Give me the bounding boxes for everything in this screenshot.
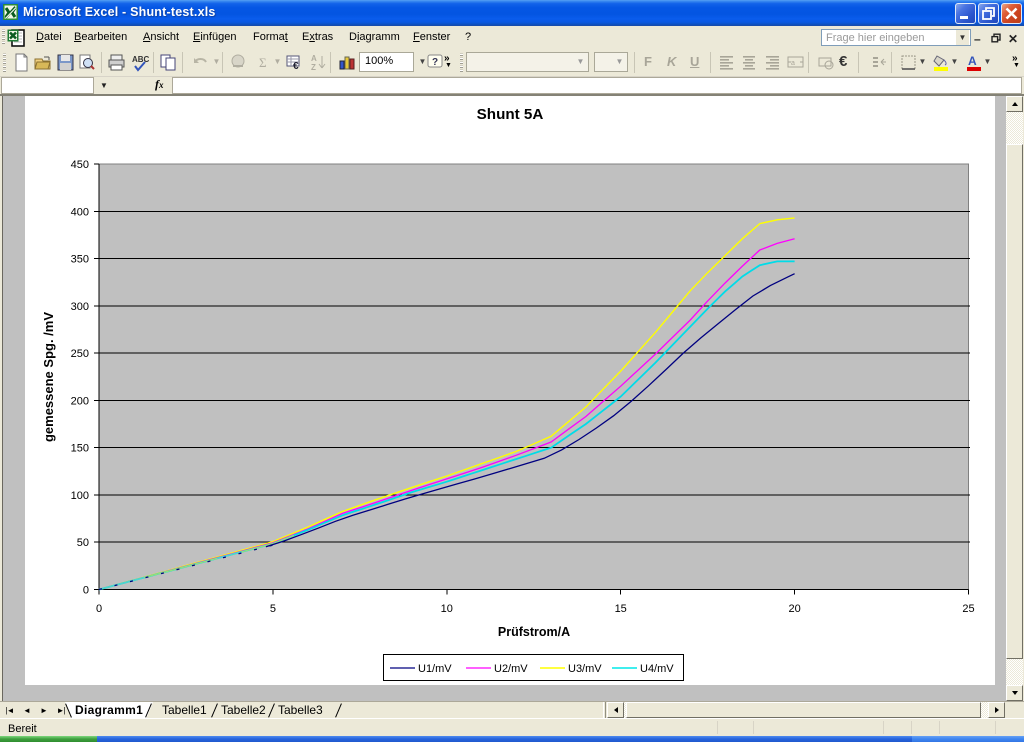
svg-text:5: 5 xyxy=(270,603,276,615)
svg-text:0: 0 xyxy=(96,603,102,615)
svg-text:350: 350 xyxy=(71,254,89,266)
svg-text:U4/mV: U4/mV xyxy=(640,663,674,675)
svg-text:U1/mV: U1/mV xyxy=(418,663,452,675)
svg-text:gemessene Spg. /mV: gemessene Spg. /mV xyxy=(41,312,56,442)
svg-text:450: 450 xyxy=(71,159,89,171)
svg-text:50: 50 xyxy=(77,537,89,549)
svg-text:15: 15 xyxy=(615,603,627,615)
svg-text:10: 10 xyxy=(441,603,453,615)
svg-text:0: 0 xyxy=(83,585,89,597)
svg-text:250: 250 xyxy=(71,348,89,360)
svg-text:20: 20 xyxy=(788,603,800,615)
svg-text:400: 400 xyxy=(71,206,89,218)
svg-text:Σ: Σ xyxy=(259,55,267,70)
svg-text:a: a xyxy=(791,60,795,67)
svg-text:U3/mV: U3/mV xyxy=(568,663,602,675)
svg-text:A: A xyxy=(311,54,317,63)
svg-text:Prüfstrom/A: Prüfstrom/A xyxy=(498,625,570,639)
svg-text:200: 200 xyxy=(71,395,89,407)
svg-text:100: 100 xyxy=(71,490,89,502)
svg-text:300: 300 xyxy=(71,301,89,313)
svg-text:A: A xyxy=(968,54,977,68)
svg-text:150: 150 xyxy=(71,443,89,455)
svg-text:ABC: ABC xyxy=(132,55,150,64)
svg-text:U2/mV: U2/mV xyxy=(494,663,528,675)
svg-text:?: ? xyxy=(432,57,438,68)
svg-text:€: € xyxy=(293,61,299,72)
svg-text:25: 25 xyxy=(962,603,974,615)
svg-text:Shunt 5A: Shunt 5A xyxy=(477,106,544,123)
svg-text:Z: Z xyxy=(311,63,316,72)
